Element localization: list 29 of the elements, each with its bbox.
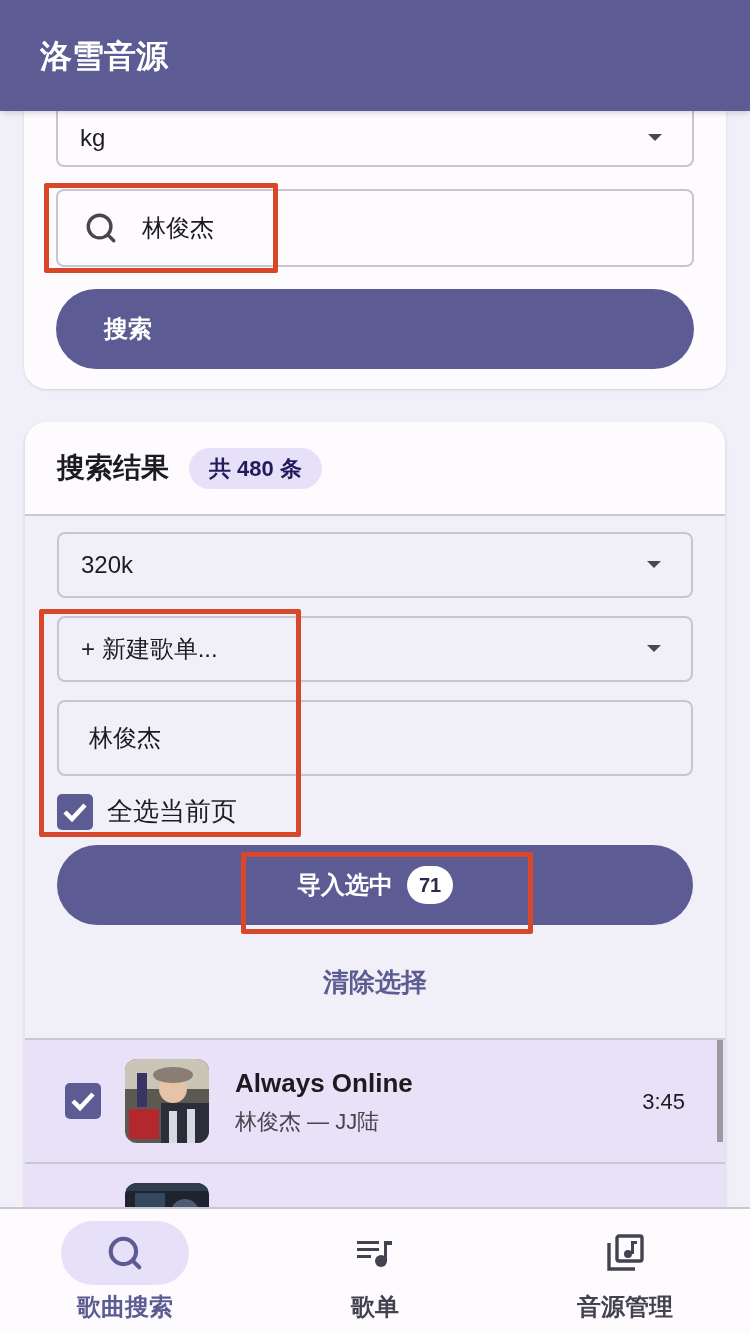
- app-title: 洛雪音源: [40, 36, 168, 76]
- nav-tab[interactable]: 歌曲搜索: [0, 1209, 250, 1334]
- music-library-icon: [606, 1234, 644, 1272]
- select-all-label: 全选当前页: [107, 795, 237, 828]
- search-icon: [106, 1234, 144, 1272]
- count-badge: 共 480 条: [189, 447, 322, 489]
- search-button[interactable]: 搜索: [56, 289, 694, 369]
- nav-tab[interactable]: 歌单: [250, 1209, 500, 1334]
- source-select[interactable]: kg: [56, 111, 694, 167]
- dropdown-caret-icon: [648, 134, 662, 142]
- results-title: 搜索结果: [57, 451, 169, 485]
- checkbox[interactable]: [65, 1083, 101, 1119]
- nav-tab[interactable]: 音源管理: [500, 1209, 750, 1334]
- search-icon: [84, 211, 118, 245]
- dropdown-caret-icon: [647, 561, 661, 569]
- song-duration: 3:45: [642, 1087, 685, 1116]
- song-title: Always Online: [235, 1067, 414, 1100]
- song-row[interactable]: Always Online 林俊杰 — JJ陆 3:45: [25, 1040, 725, 1164]
- playlist-name-field[interactable]: 林俊杰: [57, 700, 693, 776]
- clear-selection-link[interactable]: 清除选择: [323, 963, 427, 1002]
- dropdown-caret-icon: [647, 645, 661, 653]
- import-button[interactable]: 导入选中 71: [57, 845, 693, 925]
- song-subtitle: 林俊杰 — JJ陆: [235, 1108, 381, 1136]
- check-icon: [70, 1090, 96, 1112]
- count-badge: 71: [407, 866, 453, 904]
- playlist-select[interactable]: + 新建歌单...: [57, 616, 693, 682]
- checkbox[interactable]: [57, 793, 93, 830]
- quality-select[interactable]: 320k: [57, 532, 693, 598]
- search-field[interactable]: 林俊杰: [56, 189, 694, 267]
